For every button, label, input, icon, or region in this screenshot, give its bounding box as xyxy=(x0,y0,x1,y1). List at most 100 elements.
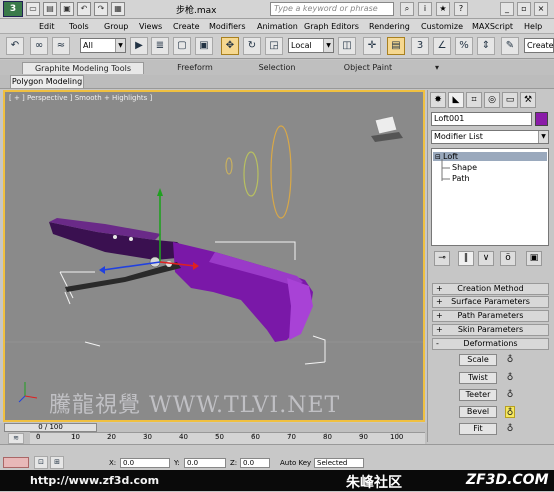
y-coordinate-field[interactable]: 0.0 xyxy=(184,458,226,468)
menu-graph-editors[interactable]: Graph Editors xyxy=(304,22,359,31)
perspective-viewport[interactable]: [ + ] Perspective ] Smooth + Highlights … xyxy=(3,90,425,422)
select-by-name-icon[interactable]: ≣ xyxy=(151,37,169,55)
teeter-deformation-button[interactable]: Teeter xyxy=(459,389,497,401)
menu-views[interactable]: Views xyxy=(139,22,162,31)
binoculars-icon[interactable]: ⌕ xyxy=(400,2,414,16)
move-icon[interactable]: ✥ xyxy=(221,37,239,55)
rollout-skin-parameters[interactable]: + Skin Parameters xyxy=(432,324,549,336)
angle-snap-icon[interactable]: ∠ xyxy=(433,37,451,55)
spinner-snap-icon[interactable]: ⇕ xyxy=(477,37,495,55)
modifier-list-dropdown[interactable]: Modifier List ▼ xyxy=(431,130,549,144)
minimize-icon[interactable]: _ xyxy=(500,2,514,16)
menu-rendering[interactable]: Rendering xyxy=(369,22,410,31)
star-icon[interactable]: ★ xyxy=(436,2,450,16)
fit-toggle-bulb-icon[interactable]: ♁ xyxy=(505,423,515,435)
pivot-center-icon[interactable]: ◫ xyxy=(338,37,356,55)
reference-coord-dropdown[interactable]: Local ▼ xyxy=(288,38,334,53)
new-file-icon[interactable]: ▭ xyxy=(26,2,40,16)
tab-graphite-modeling-tools[interactable]: Graphite Modeling Tools xyxy=(22,62,144,74)
rollout-path-parameters[interactable]: + Path Parameters xyxy=(432,310,549,322)
maxscript-listener[interactable] xyxy=(3,457,29,468)
restore-icon[interactable]: ▫ xyxy=(517,2,531,16)
search-input[interactable]: Type a keyword or phrase xyxy=(270,2,394,16)
rectangular-selection-icon[interactable]: ▢ xyxy=(173,37,191,55)
menu-maxscript[interactable]: MAXScript xyxy=(472,22,513,31)
configure-modifier-sets-icon[interactable]: ▣ xyxy=(526,251,542,266)
tab-object-paint[interactable]: Object Paint xyxy=(326,62,410,74)
show-end-result-icon[interactable]: ‖ xyxy=(458,251,474,266)
keyboard-shortcut-icon[interactable]: ▤ xyxy=(387,37,405,55)
menu-create[interactable]: Create xyxy=(173,22,200,31)
scale-deformation-button[interactable]: Scale xyxy=(459,354,497,366)
named-selection-field[interactable]: Create xyxy=(524,38,554,53)
object-name-field[interactable]: Loft001 xyxy=(431,112,532,126)
percent-snap-icon[interactable]: % xyxy=(455,37,473,55)
selection-filter-dropdown[interactable]: All ▼ xyxy=(80,38,126,53)
project-folder-icon[interactable]: ▦ xyxy=(111,2,125,16)
chevron-down-icon: ▼ xyxy=(115,39,125,52)
scale-icon[interactable]: ◲ xyxy=(265,37,283,55)
undo-toolbar-icon[interactable]: ↶ xyxy=(6,37,24,55)
redo-icon[interactable]: ↷ xyxy=(94,2,108,16)
snaps-toggle-icon[interactable]: 3 xyxy=(411,37,429,55)
make-unique-icon[interactable]: ∨ xyxy=(478,251,494,266)
rollout-deformations[interactable]: - Deformations xyxy=(432,338,549,350)
fit-deformation-button[interactable]: Fit xyxy=(459,423,497,435)
lock-selection-icon[interactable]: ⊡ xyxy=(34,456,48,469)
unlink-icon[interactable]: ≈ xyxy=(52,37,70,55)
select-link-icon[interactable]: ∞ xyxy=(30,37,48,55)
info-icon[interactable]: i xyxy=(418,2,432,16)
ribbon-options-icon[interactable]: ▾ xyxy=(428,62,446,74)
manipulate-icon[interactable]: ✛ xyxy=(363,37,381,55)
remove-modifier-icon[interactable]: ö xyxy=(500,251,516,266)
pin-stack-icon[interactable]: ⊸ xyxy=(434,251,450,266)
modify-tab-icon[interactable]: ◣ xyxy=(448,92,464,108)
bevel-toggle-bulb-icon[interactable]: ♁ xyxy=(505,406,515,418)
scale-toggle-bulb-icon[interactable]: ♁ xyxy=(505,354,515,366)
window-crossing-icon[interactable]: ▣ xyxy=(195,37,213,55)
utilities-tab-icon[interactable]: ⚒ xyxy=(520,92,536,108)
time-slider[interactable]: 0 / 100 xyxy=(4,423,97,432)
menu-animation[interactable]: Animation xyxy=(257,22,298,31)
create-tab-icon[interactable]: ✸ xyxy=(430,92,446,108)
stack-tree-lines xyxy=(441,159,450,181)
menu-customize[interactable]: Customize xyxy=(421,22,463,31)
twist-deformation-button[interactable]: Twist xyxy=(459,372,497,384)
menu-help[interactable]: Help xyxy=(524,22,542,31)
teeter-toggle-bulb-icon[interactable]: ♁ xyxy=(505,389,515,401)
menu-tools[interactable]: Tools xyxy=(69,22,89,31)
auto-key-button[interactable]: Auto Key xyxy=(280,459,311,467)
object-color-swatch[interactable] xyxy=(535,112,548,126)
tab-freeform[interactable]: Freeform xyxy=(160,62,230,74)
open-file-icon[interactable]: ▤ xyxy=(43,2,57,16)
rollout-surface-parameters[interactable]: + Surface Parameters xyxy=(432,296,549,308)
save-file-icon[interactable]: ▣ xyxy=(60,2,74,16)
tab-selection[interactable]: Selection xyxy=(244,62,310,74)
viewport-scene xyxy=(5,115,423,403)
tick-label: 60 xyxy=(251,433,260,441)
menu-group[interactable]: Group xyxy=(104,22,128,31)
close-icon[interactable]: × xyxy=(534,2,548,16)
twist-toggle-bulb-icon[interactable]: ♁ xyxy=(505,372,515,384)
absolute-mode-icon[interactable]: ⊞ xyxy=(50,456,64,469)
curve-editor-icon[interactable]: ≋ xyxy=(8,433,24,444)
display-tab-icon[interactable]: ▭ xyxy=(502,92,518,108)
tab-polygon-modeling[interactable]: Polygon Modeling xyxy=(10,75,84,88)
selected-dropdown[interactable]: Selected xyxy=(314,458,364,468)
bevel-deformation-button[interactable]: Bevel xyxy=(459,406,497,418)
select-object-icon[interactable]: ▶ xyxy=(130,37,148,55)
menu-edit[interactable]: Edit xyxy=(39,22,55,31)
menu-modifiers[interactable]: Modifiers xyxy=(209,22,246,31)
reference-coord-value: Local xyxy=(291,41,312,50)
app-logo-icon[interactable]: 3 xyxy=(3,1,23,17)
motion-tab-icon[interactable]: ◎ xyxy=(484,92,500,108)
timeline-track[interactable]: 0 10 20 30 40 50 60 70 80 90 100 xyxy=(30,432,425,444)
rotate-icon[interactable]: ↻ xyxy=(243,37,261,55)
undo-icon[interactable]: ↶ xyxy=(77,2,91,16)
edit-named-selection-icon[interactable]: ✎ xyxy=(501,37,519,55)
rollout-creation-method[interactable]: + Creation Method xyxy=(432,283,549,295)
z-coordinate-field[interactable]: 0.0 xyxy=(240,458,270,468)
help-icon[interactable]: ? xyxy=(454,2,468,16)
hierarchy-tab-icon[interactable]: ⌗ xyxy=(466,92,482,108)
x-coordinate-field[interactable]: 0.0 xyxy=(120,458,170,468)
